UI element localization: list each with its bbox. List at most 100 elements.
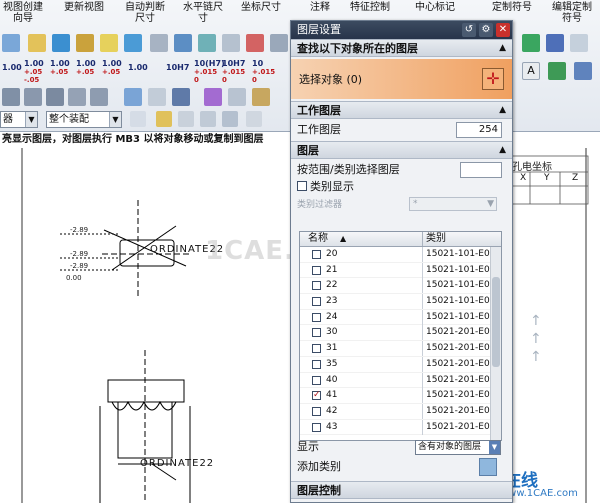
rotate-view-icon[interactable] [270,34,288,52]
projection-icon[interactable] [198,34,216,52]
category-display-checkbox[interactable] [297,181,307,191]
column-name-header[interactable]: 名称 [308,232,328,246]
text-style-icon[interactable]: A [522,62,540,80]
ordinate-dimension-button[interactable]: 坐标尺寸 [236,2,286,13]
snap-icon[interactable] [178,111,194,127]
category-filter-combo[interactable]: * ▼ [409,197,497,211]
layer-row[interactable]: 35 15021-201-E03 [300,356,501,373]
tolerance-option[interactable]: 1.00 +.05 -.05 [24,60,44,85]
layer-visibility-checkbox[interactable] [312,297,321,307]
layers-section-header[interactable]: 图层 ▲ [291,141,512,159]
refresh-icon[interactable] [548,62,566,80]
edit-custom-symbol-button[interactable]: 编辑定制 符号 [545,2,599,24]
shape-icon[interactable] [228,88,246,106]
tolerance-option[interactable]: 10 +.015 0 [252,60,275,85]
tolerance-option[interactable]: 1.00 +.05 [50,60,70,77]
layout-icon[interactable] [174,34,192,52]
layer-row[interactable]: 21 15021-101-E02 [300,262,501,279]
snap-icon[interactable] [222,111,238,127]
layer-visibility-checkbox[interactable] [312,328,321,338]
qa-icon[interactable] [522,34,540,52]
layer-row[interactable]: 40 15021-201-E04 [300,372,501,389]
layer-visibility-checkbox[interactable] [312,281,321,291]
tolerance-option[interactable]: 10(H7) +.015 0 [194,60,225,85]
range-filter-input[interactable] [460,162,502,178]
folder-icon[interactable] [28,34,46,52]
rapid-dimension-button[interactable]: 自动判断 尺寸 [120,2,170,24]
shape-icon[interactable] [172,88,190,106]
shape-icon[interactable] [204,88,222,106]
layer-control-section-header[interactable]: 图层控制 [291,481,512,499]
tolerance-option[interactable]: 1.00 [128,64,148,72]
layer-row[interactable]: 30 15021-201-E01 [300,325,501,342]
view-icon[interactable] [2,34,20,52]
layer-row[interactable]: 22 15021-101-E03 [300,278,501,295]
find-layer-section-header[interactable]: 查找以下对象所在的图层 ▲ [291,39,512,57]
scope-combo[interactable]: 整个装配 ▼ [46,111,122,128]
layer-visibility-checkbox[interactable] [312,312,321,322]
snap-icon[interactable] [200,111,216,127]
layer-row[interactable]: 43 15021-201-E07 [300,419,501,436]
center-mark-button[interactable]: 中心标记 [408,2,462,13]
tool-icon[interactable] [76,34,94,52]
box-icon[interactable] [24,88,42,106]
select-icon[interactable] [130,111,146,127]
detail-view-icon[interactable] [150,34,168,52]
tolerance-option[interactable]: 1.00 +.05 [76,60,96,77]
layer-visibility-checkbox[interactable]: ✓ [312,391,321,401]
work-layer-input[interactable]: 254 [456,122,502,138]
layer-row[interactable]: 23 15021-101-E04 [300,294,501,310]
grid-icon[interactable] [546,34,564,52]
tolerance-option[interactable]: 10H7 [166,64,189,72]
filter-icon[interactable] [156,111,172,127]
snap-icon[interactable] [246,111,262,127]
shape-icon[interactable] [148,88,166,106]
update-view-button[interactable]: 更新视图 [58,2,110,13]
box-icon[interactable] [68,88,86,106]
reset-icon[interactable]: ↺ [462,23,476,37]
layer-row[interactable]: 20 15021-101-E01 [300,247,501,263]
sync-icon[interactable] [574,62,592,80]
component-icon[interactable] [52,34,70,52]
layer-visibility-checkbox[interactable] [312,375,321,385]
layer-visibility-checkbox[interactable] [312,250,321,259]
work-layer-section-header[interactable]: 工作图层 ▲ [291,101,512,119]
layer-row[interactable]: 24 15021-101-E05 [300,309,501,326]
break-view-icon[interactable] [222,34,240,52]
shape-icon[interactable] [124,88,142,106]
layer-visibility-checkbox[interactable] [312,406,321,416]
shape-icon[interactable] [252,88,270,106]
type-filter-combo[interactable]: 器 ▼ [0,111,38,128]
category-display-row[interactable]: 类别显示 [291,179,512,195]
select-object-row[interactable]: 选择对象 (0) ✛ [291,59,512,99]
layer-row[interactable]: 31 15021-201-E02 [300,341,501,357]
abc-icon[interactable] [570,34,588,52]
pencil-icon[interactable] [100,34,118,52]
layer-row[interactable]: ✓ 41 15021-201-E05 [300,388,501,404]
layer-visibility-checkbox[interactable] [312,422,321,432]
add-category-icon[interactable] [479,458,497,476]
custom-symbol-button[interactable]: 定制符号 [486,2,538,13]
box-icon[interactable] [46,88,64,106]
layer-row[interactable]: 42 15021-201-E06 [300,403,501,420]
column-category-header[interactable]: 类别 [422,232,446,246]
layer-list-scrollbar[interactable] [490,247,501,440]
close-icon[interactable]: ✕ [496,23,510,37]
chain-dimension-button[interactable]: 水平链尺 寸 [178,2,228,24]
layer-visibility-checkbox[interactable] [312,265,321,275]
section-icon[interactable] [124,34,142,52]
scrollbar-thumb[interactable] [492,277,500,367]
tolerance-option[interactable]: 1.00 +.05 [102,60,122,77]
display-combo[interactable]: 含有对象的图层 ▼ [415,440,501,455]
box-icon[interactable] [2,88,20,106]
tolerance-option[interactable]: 10H7 +.015 0 [222,60,245,85]
crosshair-icon[interactable]: ✛ [482,68,504,90]
note-button[interactable]: 注释 [300,2,340,13]
feature-control-button[interactable]: 特征控制 [345,2,395,13]
box-icon[interactable] [90,88,108,106]
tolerance-option[interactable]: 1.00 [2,64,22,72]
layer-visibility-checkbox[interactable] [312,344,321,354]
view-wizard-button[interactable]: 视图创建 向导 [0,2,46,24]
gear-icon[interactable]: ⚙ [479,23,493,37]
delete-icon[interactable] [246,34,264,52]
